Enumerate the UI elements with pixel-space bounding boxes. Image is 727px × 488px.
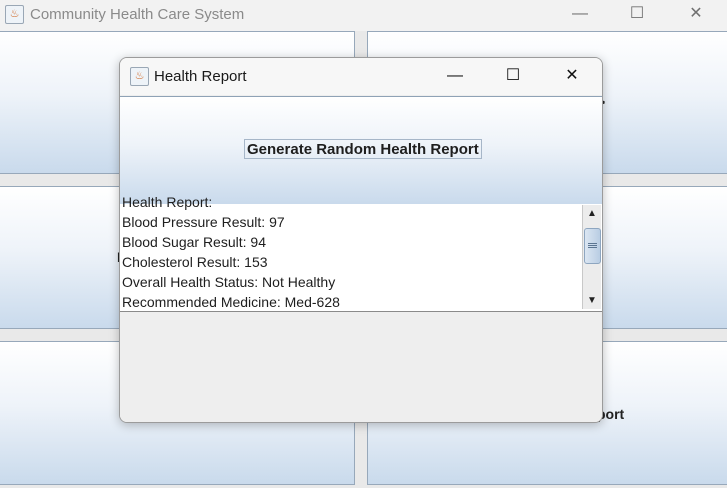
report-text: Health Report: Blood Pressure Result: 97… <box>122 192 580 312</box>
dialog-title: Health Report <box>154 68 247 85</box>
report-text-area[interactable]: Health Report: Blood Pressure Result: 97… <box>120 194 602 312</box>
close-icon[interactable]: ✕ <box>673 0 719 30</box>
dialog-titlebar[interactable]: ♨ Health Report — ☐ ✕ <box>120 58 602 95</box>
java-app-icon: ♨ <box>130 67 149 86</box>
java-app-icon: ♨ <box>5 5 24 24</box>
report-heading: Health Report: <box>122 194 213 210</box>
report-line-blood-sugar: Blood Sugar Result: 94 <box>122 234 266 250</box>
generate-report-button[interactable]: Generate Random Health Report <box>244 139 482 159</box>
minimize-icon[interactable]: — <box>435 62 475 90</box>
minimize-icon[interactable]: — <box>557 0 603 30</box>
main-window-titlebar: ♨ Community Health Care System — ☐ ✕ <box>0 0 727 31</box>
vertical-scrollbar[interactable]: ▲ ▼ <box>582 205 601 309</box>
report-line-medicine: Recommended Medicine: Med-628 <box>122 294 340 310</box>
scroll-down-arrow-icon[interactable]: ▼ <box>583 292 601 309</box>
scroll-up-arrow-icon[interactable]: ▲ <box>583 205 601 222</box>
close-icon[interactable]: ✕ <box>552 62 592 90</box>
scrollbar-thumb[interactable] <box>584 228 601 264</box>
health-report-dialog: ♨ Health Report — ☐ ✕ Generate Random He… <box>119 57 603 423</box>
main-window-title: Community Health Care System <box>30 6 245 23</box>
dialog-empty-area <box>120 312 602 422</box>
report-line-cholesterol: Cholesterol Result: 153 <box>122 254 268 270</box>
report-line-blood-pressure: Blood Pressure Result: 97 <box>122 214 285 230</box>
maximize-icon[interactable]: ☐ <box>493 62 533 90</box>
maximize-icon[interactable]: ☐ <box>614 0 660 30</box>
report-line-health-status: Overall Health Status: Not Healthy <box>122 274 336 290</box>
button-panel: Generate Random Health Report <box>120 96 602 205</box>
